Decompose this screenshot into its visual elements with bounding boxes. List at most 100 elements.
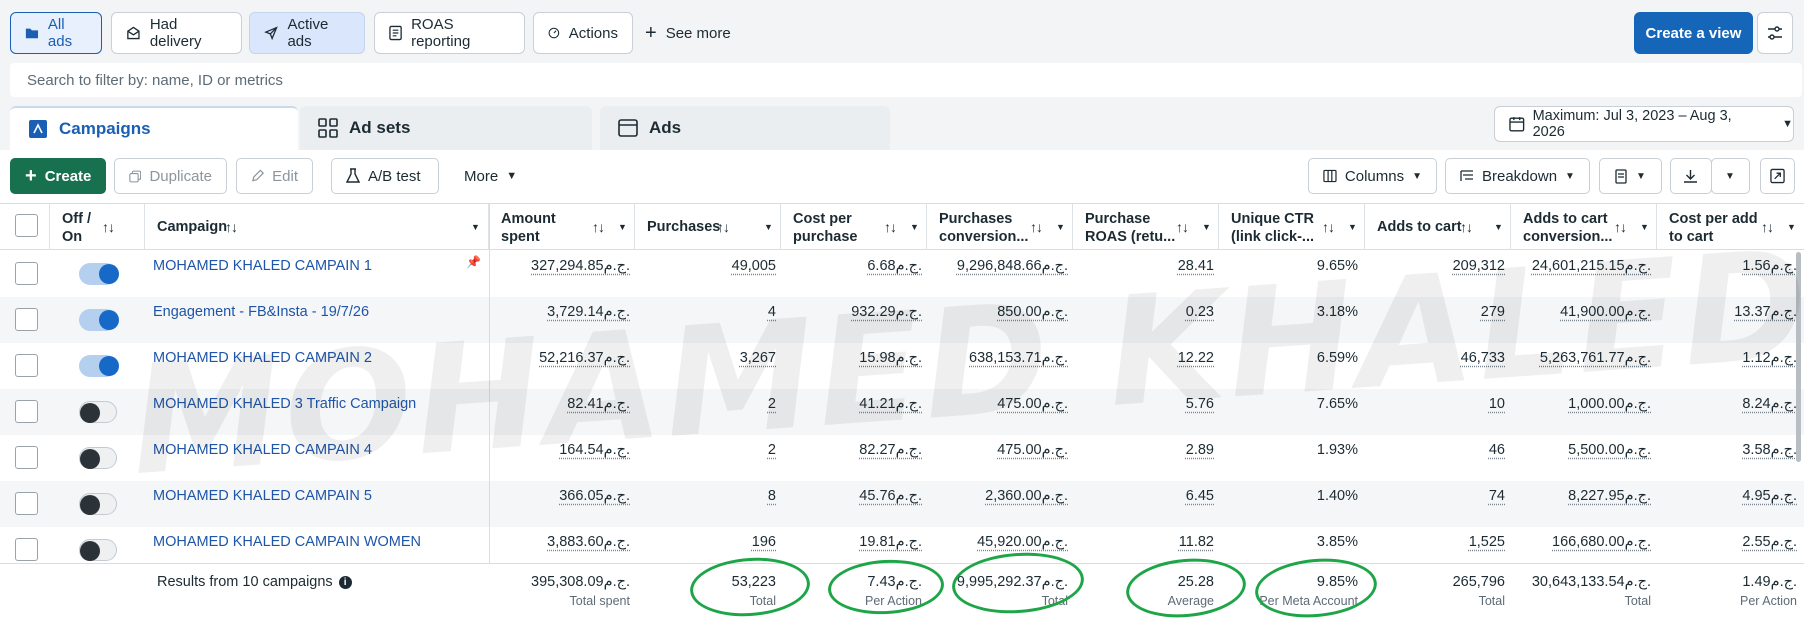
campaign-name-link[interactable]: MOHAMED KHALED CAMPAIN 1 [153, 243, 372, 289]
see-more-button[interactable]: + See more [645, 12, 731, 54]
breakdown-label: Breakdown [1482, 167, 1558, 185]
row-checkbox[interactable] [15, 262, 38, 285]
report-icon [1615, 168, 1627, 184]
folder-icon [25, 28, 39, 39]
delivery-toggle[interactable] [79, 355, 119, 377]
purchase-roas-cell: 0.23 [1186, 289, 1214, 335]
sort-icon[interactable]: ↑↓ [1322, 218, 1335, 236]
col-label: Cost per add [1669, 211, 1758, 227]
sort-icon[interactable]: ↑↓ [1761, 218, 1774, 236]
expand-button[interactable] [1760, 158, 1795, 194]
sort-icon[interactable]: ↑↓ [1030, 218, 1043, 236]
row-checkbox[interactable] [15, 400, 38, 423]
summary-row: Results from 10 campaigns i 395,308.09ج.… [0, 548, 1804, 643]
sort-icon[interactable]: ↑↓ [884, 218, 897, 236]
export-button[interactable] [1670, 158, 1712, 194]
row-checkbox[interactable] [15, 308, 38, 331]
col-label: Unique CTR [1231, 211, 1314, 227]
campaign-name-link[interactable]: Engagement - FB&Insta - 19/7/26 [153, 289, 369, 335]
row-checkbox[interactable] [15, 446, 38, 469]
adds-to-cart-cell: 10 [1489, 381, 1505, 427]
sort-icon[interactable]: ↑↓ [1614, 218, 1627, 236]
caret-down-icon[interactable]: ▼ [1056, 218, 1065, 236]
preset-roas-reporting[interactable]: ROAS reporting [374, 12, 525, 54]
export-options-button[interactable]: ▼ [1711, 158, 1750, 194]
row-checkbox[interactable] [15, 354, 38, 377]
cell-value: 6.45 [1185, 488, 1214, 504]
campaign-name-link[interactable]: MOHAMED KHALED CAMPAIN 4 [153, 427, 372, 473]
row-checkbox[interactable] [15, 492, 38, 515]
caret-down-icon[interactable]: ▼ [910, 218, 919, 236]
adds-to-cart-cell: 46,733 [1461, 335, 1505, 381]
edit-button[interactable]: Edit [236, 158, 313, 194]
select-all-checkbox[interactable] [15, 214, 38, 237]
cost-per-add-cell: 13.37ج.م. [1734, 289, 1797, 335]
col-off-on[interactable]: Off / On ↑↓ [50, 204, 145, 250]
cell-value: 1,000.00ج.م. [1568, 396, 1651, 412]
columns-button[interactable]: Columns ▼ [1308, 158, 1437, 194]
search-input[interactable]: Search to filter by: name, ID or metrics [10, 63, 1802, 97]
cost-per-add-cell: 1.12ج.م. [1742, 335, 1797, 381]
caret-down-icon[interactable]: ▼ [471, 218, 480, 236]
date-range-picker[interactable]: Maximum: Jul 3, 2023 – Aug 3, 2026 ▼ [1494, 106, 1794, 142]
campaign-name-link[interactable]: MOHAMED KHALED 3 Traffic Campaign [153, 381, 416, 427]
preset-had-delivery[interactable]: Had delivery [111, 12, 242, 54]
purchases-cell: 2 [768, 427, 776, 473]
sort-icon[interactable]: ↑↓ [1460, 218, 1473, 236]
ab-test-button[interactable]: A/B test [331, 158, 439, 194]
vertical-scrollbar[interactable] [1796, 252, 1801, 462]
purchase-roas-cell: 12.22 [1178, 335, 1214, 381]
caret-down-icon[interactable]: ▼ [1787, 218, 1796, 236]
report-icon [389, 25, 402, 41]
preset-actions[interactable]: Actions [533, 12, 633, 54]
sort-icon[interactable]: ↑↓ [717, 218, 730, 236]
cell-value: 3.85% [1316, 534, 1358, 550]
purchases-conversion-cell: 475.00ج.م. [997, 427, 1068, 473]
sort-icon[interactable]: ↑↓ [225, 218, 238, 236]
caret-down-icon[interactable]: ▼ [1202, 218, 1211, 236]
cell-value: 0.23 [1185, 304, 1214, 320]
campaign-name-link[interactable]: MOHAMED KHALED CAMPAIN WOMEN [153, 519, 421, 565]
delivery-toggle[interactable] [79, 263, 119, 285]
create-button[interactable]: + Create [10, 158, 106, 194]
caret-down-icon[interactable]: ▼ [1348, 218, 1357, 236]
tab-ads[interactable]: Ads [600, 106, 890, 150]
campaign-name-link[interactable]: MOHAMED KHALED CAMPAIN 5 [153, 473, 372, 519]
delivery-toggle[interactable] [79, 309, 119, 331]
tab-ad-sets[interactable]: Ad sets [300, 106, 592, 150]
caret-down-icon[interactable]: ▼ [618, 218, 627, 236]
purchases-conversion-cell: 9,296,848.66ج.م. [957, 243, 1068, 289]
preset-all-ads[interactable]: All ads [10, 12, 102, 54]
sort-icon[interactable]: ↑↓ [592, 218, 605, 236]
caret-down-icon[interactable]: ▼ [764, 218, 773, 236]
campaign-name-link[interactable]: MOHAMED KHALED CAMPAIN 2 [153, 335, 372, 381]
summary-adds-to-cart: 265,796 [1452, 574, 1505, 590]
caret-down-icon[interactable]: ▼ [1640, 218, 1649, 236]
preset-active-ads[interactable]: Active ads [249, 12, 365, 54]
cell-value: 6.68ج.م. [867, 258, 922, 274]
purchases-conversion-cell: 2,360.00ج.م. [985, 473, 1068, 519]
cost-per-add-cell: 8.24ج.م. [1742, 381, 1797, 427]
sort-icon[interactable]: ↑↓ [1176, 218, 1189, 236]
purchases-cell: 8 [768, 473, 776, 519]
tab-campaigns[interactable]: Campaigns [10, 106, 298, 150]
caret-down-icon[interactable]: ▼ [1494, 218, 1503, 236]
breakdown-button[interactable]: Breakdown ▼ [1445, 158, 1590, 194]
delivery-toggle[interactable] [79, 493, 117, 515]
view-settings-button[interactable] [1757, 12, 1793, 54]
expand-icon [1770, 168, 1785, 184]
cell-value: 209,312 [1452, 258, 1505, 274]
create-view-button[interactable]: Create a view [1634, 12, 1753, 54]
delivery-toggle[interactable] [79, 401, 117, 423]
delivery-toggle[interactable] [79, 447, 117, 469]
info-icon[interactable]: i [338, 575, 352, 589]
sliders-icon [1768, 26, 1782, 40]
reports-button[interactable]: ▼ [1599, 158, 1662, 194]
pin-icon[interactable]: 📌 [466, 255, 481, 269]
more-button[interactable]: More ▼ [449, 158, 531, 194]
delivery-toggle[interactable] [79, 539, 117, 561]
duplicate-button[interactable]: Duplicate [114, 158, 227, 194]
row-checkbox[interactable] [15, 538, 38, 561]
sort-icon[interactable]: ↑↓ [102, 218, 115, 236]
col-label: Off / [62, 211, 91, 227]
